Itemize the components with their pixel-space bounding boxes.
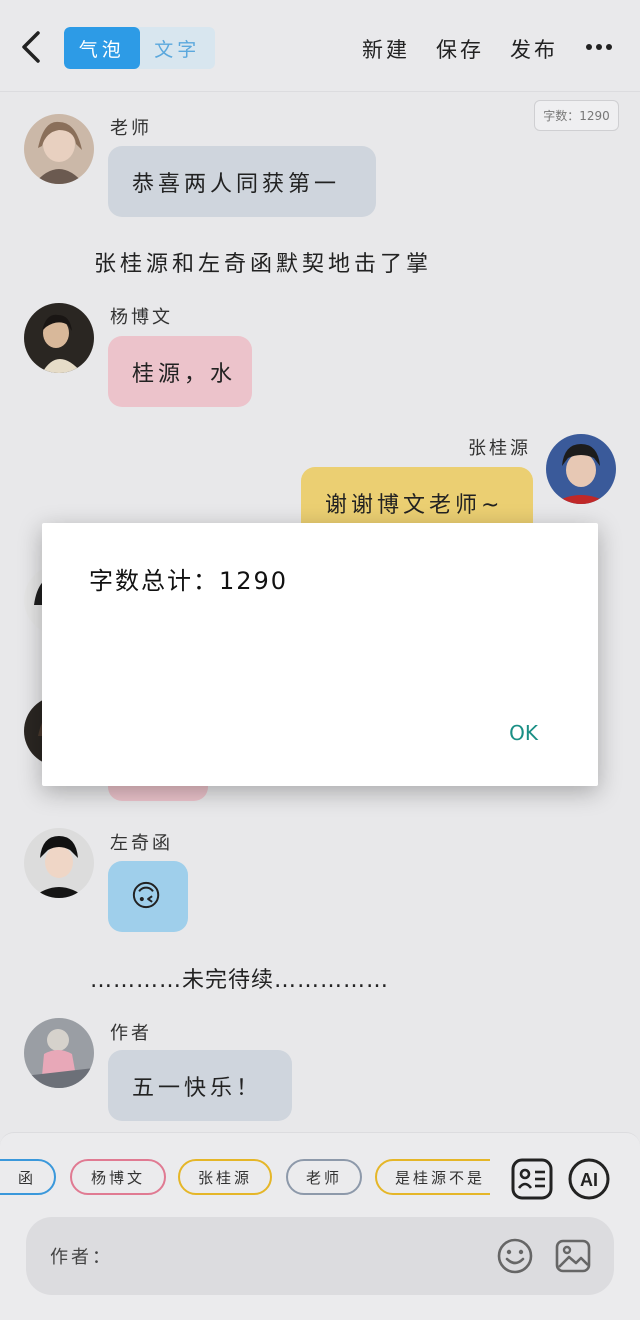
sender-name: 作者: [110, 1023, 152, 1044]
speaker-label: 作者：: [50, 1247, 113, 1268]
message-input[interactable]: 作者：: [26, 1217, 614, 1295]
contact-card-icon[interactable]: [511, 1158, 553, 1200]
ai-icon[interactable]: AI: [568, 1158, 610, 1200]
publish-button[interactable]: 发布: [510, 34, 558, 64]
character-chip[interactable]: 函: [0, 1159, 56, 1195]
tab-text[interactable]: 文字: [140, 27, 216, 69]
tab-bubble[interactable]: 气泡: [64, 27, 140, 69]
character-chip[interactable]: 张桂源: [178, 1159, 272, 1195]
back-arrow-icon[interactable]: [18, 30, 46, 64]
sender-name: 张桂源: [468, 438, 531, 459]
svg-text:AI: AI: [580, 1170, 598, 1190]
character-chip[interactable]: 是桂源不是: [375, 1159, 490, 1195]
word-count-dialog: 字数总计：1290 OK: [42, 523, 598, 786]
message-bubble[interactable]: 五一快乐！: [108, 1050, 292, 1121]
sender-name: 老师: [110, 118, 152, 139]
character-chip-row: 函 杨博文 张桂源 老师 是桂源不是: [0, 1157, 490, 1197]
more-icon[interactable]: [586, 43, 612, 51]
ok-button[interactable]: OK: [509, 721, 538, 745]
word-count-badge: 字数：1290: [534, 100, 619, 131]
avatar[interactable]: [546, 434, 616, 504]
character-chip[interactable]: 杨博文: [70, 1159, 166, 1195]
emoji-content: 🙃: [130, 879, 166, 914]
top-actions: 新建 保存 发布: [362, 34, 558, 64]
message-bubble[interactable]: 桂源，水: [108, 336, 252, 407]
avatar[interactable]: [24, 114, 94, 184]
avatar[interactable]: [24, 303, 94, 373]
avatar[interactable]: [24, 1018, 94, 1088]
sender-name: 左奇函: [110, 833, 173, 854]
top-bar: 气泡 文字 新建 保存 发布: [0, 0, 640, 92]
image-icon[interactable]: [554, 1237, 592, 1275]
new-button[interactable]: 新建: [362, 34, 410, 64]
emoji-icon[interactable]: [496, 1237, 534, 1275]
save-button[interactable]: 保存: [436, 34, 484, 64]
narration-text[interactable]: 张桂源和左奇函默契地击了掌: [94, 246, 432, 278]
avatar[interactable]: [24, 828, 94, 898]
character-chip[interactable]: 老师: [286, 1159, 362, 1195]
message-bubble[interactable]: 恭喜两人同获第一: [108, 146, 376, 217]
dialog-message: 字数总计：1290: [89, 567, 289, 595]
narration-text[interactable]: …………未完待续……………: [90, 962, 389, 994]
bottom-panel: 函 杨博文 张桂源 老师 是桂源不是 AI 作者：: [0, 1132, 640, 1320]
sender-name: 杨博文: [110, 307, 173, 328]
mode-toggle: 气泡 文字: [64, 27, 215, 69]
message-bubble[interactable]: 🙃: [108, 861, 188, 932]
